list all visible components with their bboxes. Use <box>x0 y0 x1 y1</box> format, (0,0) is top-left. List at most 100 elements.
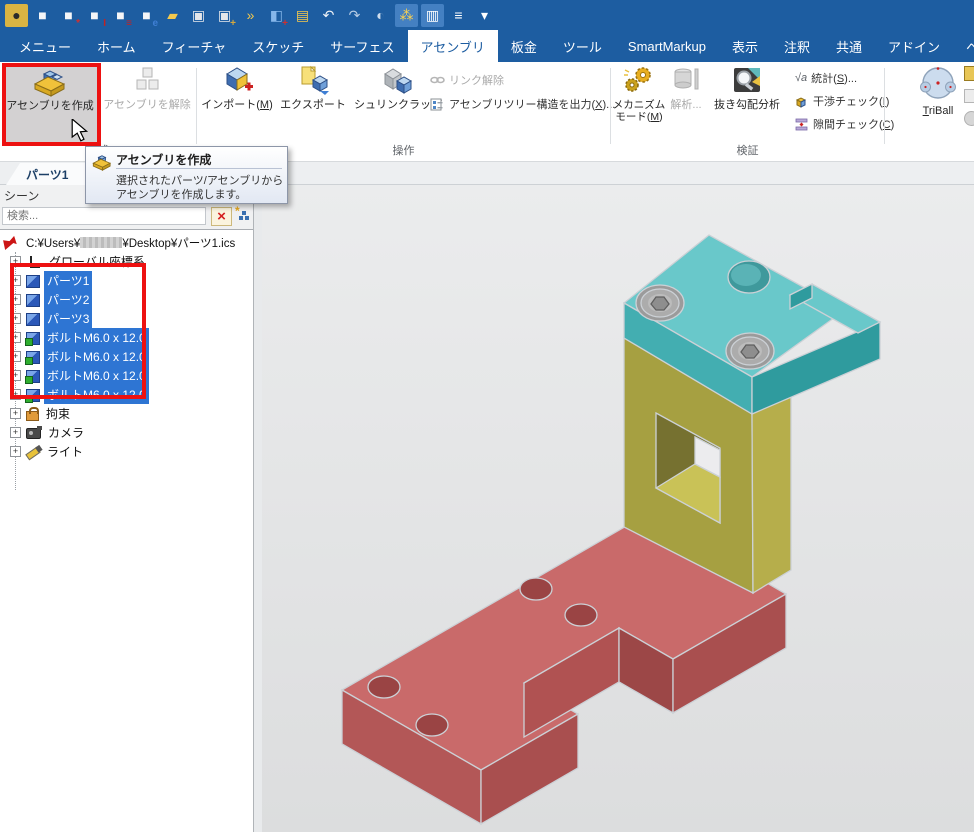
expand-toggle[interactable] <box>10 332 21 343</box>
scene-list-icon[interactable]: ≡ <box>447 4 470 27</box>
ribbon-tab[interactable]: アドイン <box>875 30 953 62</box>
export-assembly-tree-button[interactable]: アセンブリツリー構造を出力(X)... <box>430 96 615 112</box>
tree-item[interactable]: ボルトM6.0 x 12.0 <box>0 328 253 347</box>
search-input[interactable] <box>2 207 206 225</box>
ribbon-tab[interactable]: 共通 <box>823 30 875 62</box>
mechanism-mode-button[interactable]: メカニズムモード(M) <box>613 64 665 144</box>
undo-icon[interactable]: ↶ <box>317 4 340 27</box>
interference-check-button[interactable]: 干渉チェック(I) <box>795 93 889 109</box>
tree-item-scene-root[interactable]: C:¥Users¥¥Desktop¥パーツ1.ics <box>0 233 253 252</box>
tree-item-icon <box>26 255 42 269</box>
release-assembly-button: アセンブリを解除 <box>100 64 194 144</box>
ribbon-tab[interactable]: 表示 <box>719 30 771 62</box>
clearance-check-icon <box>795 118 809 131</box>
expand-toggle[interactable] <box>10 446 21 457</box>
draft-analysis-button[interactable]: 抜き勾配分析 <box>706 64 788 144</box>
ribbon-tab[interactable]: フィーチャ <box>149 30 240 62</box>
shrinkwrap-icon <box>381 64 415 96</box>
tree-item-icon <box>26 275 40 288</box>
save-as-icon[interactable]: ▣+ <box>213 4 236 27</box>
ribbon-tab[interactable]: サーフェス <box>317 30 407 62</box>
group-separator <box>196 68 197 144</box>
analysis-icon <box>671 64 701 96</box>
tree-item[interactable]: パーツ1 <box>0 271 253 290</box>
tree-item[interactable]: ボルトM6.0 x 12.0 <box>0 366 253 385</box>
catalog-icon[interactable]: ▤ <box>291 4 314 27</box>
insert-part-icon[interactable]: ◧+ <box>265 4 288 27</box>
clipped-icon <box>964 89 974 103</box>
app-logo-icon[interactable]: ● <box>5 4 28 27</box>
clear-search-button[interactable]: × <box>211 207 232 226</box>
web-doc-icon[interactable]: ■e <box>135 4 158 27</box>
new-drawing-alt-icon[interactable]: ■≡ <box>109 4 132 27</box>
export-button[interactable]: エクスポート <box>277 64 349 144</box>
expand-toggle[interactable] <box>10 313 21 324</box>
expand-toggle[interactable] <box>10 351 21 362</box>
expand-toggle[interactable] <box>10 256 21 267</box>
new-drawing-icon[interactable]: ■I <box>83 4 106 27</box>
tree-item[interactable]: パーツ2 <box>0 290 253 309</box>
group-separator <box>610 68 611 144</box>
ribbon-tab[interactable]: ヘルプ/トレーニング <box>953 30 974 62</box>
send-scene-icon[interactable]: » <box>239 4 262 27</box>
draft-analysis-icon <box>730 64 764 96</box>
open-sample-icon[interactable]: ■* <box>57 4 80 27</box>
3d-viewport[interactable] <box>262 185 974 832</box>
tree-item[interactable]: 拘束 <box>0 404 253 423</box>
quick-access-toolbar: ●■■*■I■≡■e▰▣▣+»◧+▤↶↷◐⁂▥≡▾ <box>0 0 974 30</box>
ribbon-tab[interactable]: ツール <box>550 30 615 62</box>
create-assembly-icon <box>31 65 69 97</box>
ribbon-tab[interactable]: メニュー <box>6 30 84 62</box>
ribbon-tab[interactable]: スケッチ <box>239 30 317 62</box>
filter-tree-icon[interactable] <box>237 209 251 223</box>
document-tab-parts1[interactable]: パーツ1 <box>6 163 94 185</box>
ribbon-tab[interactable]: 注釈 <box>771 30 823 62</box>
expand-toggle[interactable] <box>10 275 21 286</box>
expand-toggle[interactable] <box>10 370 21 381</box>
clipped-ribbon-icons <box>964 66 974 134</box>
tree-browser-toggle-icon[interactable]: ⁂ <box>395 4 418 27</box>
tree-item[interactable]: カメラ <box>0 423 253 442</box>
tooltip-separator <box>116 168 282 169</box>
tree-item-icon <box>26 313 40 326</box>
red-hole <box>520 578 552 600</box>
panel-toggle-icon[interactable]: ▥ <box>421 4 444 27</box>
search-bar: × <box>0 205 253 229</box>
save-icon[interactable]: ▣ <box>187 4 210 27</box>
expand-toggle[interactable] <box>10 408 21 419</box>
release-assembly-icon <box>128 64 166 96</box>
triball-toggle-icon[interactable]: ◐ <box>369 4 392 27</box>
expand-toggle[interactable] <box>10 294 21 305</box>
assembly-tree-output-icon <box>430 98 445 111</box>
new-scene-icon[interactable]: ■ <box>31 4 54 27</box>
unlink-button: リンク解除 <box>430 72 504 88</box>
censored-username <box>80 237 122 248</box>
tooltip-body-line2: アセンブリを作成します。 <box>116 186 246 202</box>
tree-item[interactable]: パーツ3 <box>0 309 253 328</box>
clipped-icon <box>964 66 974 81</box>
expand-toggle[interactable] <box>10 389 21 400</box>
statistics-button[interactable]: √a 統計(S)... <box>795 70 857 86</box>
tree-item[interactable]: ボルトM6.0 x 12.0 <box>0 385 253 404</box>
triball-button[interactable]: TriBall <box>910 64 966 144</box>
tree-item-icon <box>26 294 40 307</box>
clearance-check-button[interactable]: 隙間チェック(C) <box>795 116 894 132</box>
ribbon-tab[interactable]: ホーム <box>84 30 149 62</box>
yellow-plate-right-face <box>752 395 791 593</box>
expand-toggle[interactable] <box>10 427 21 438</box>
ribbon-tab[interactable]: アセンブリ <box>408 30 498 62</box>
tree-item[interactable]: ライト <box>0 442 253 461</box>
tree-item[interactable]: ボルトM6.0 x 12.0 <box>0 347 253 366</box>
open-folder-icon[interactable]: ▰ <box>161 4 184 27</box>
redo-icon[interactable]: ↷ <box>343 4 366 27</box>
qat-customize-icon[interactable]: ▾ <box>473 4 496 27</box>
scene-document-icon <box>3 236 19 250</box>
clipped-icon <box>964 111 974 126</box>
scene-tree: C:¥Users¥¥Desktop¥パーツ1.ics グローバル座標系 パーツ1 <box>0 229 253 832</box>
ribbon-tab[interactable]: 板金 <box>498 30 550 62</box>
tree-item-icon <box>26 411 39 421</box>
ribbon-tab[interactable]: SmartMarkup <box>615 30 719 62</box>
tree-item[interactable]: グローバル座標系 <box>0 252 253 271</box>
import-button[interactable]: インポート(M) <box>199 64 275 144</box>
panel-splitter[interactable] <box>253 162 262 832</box>
